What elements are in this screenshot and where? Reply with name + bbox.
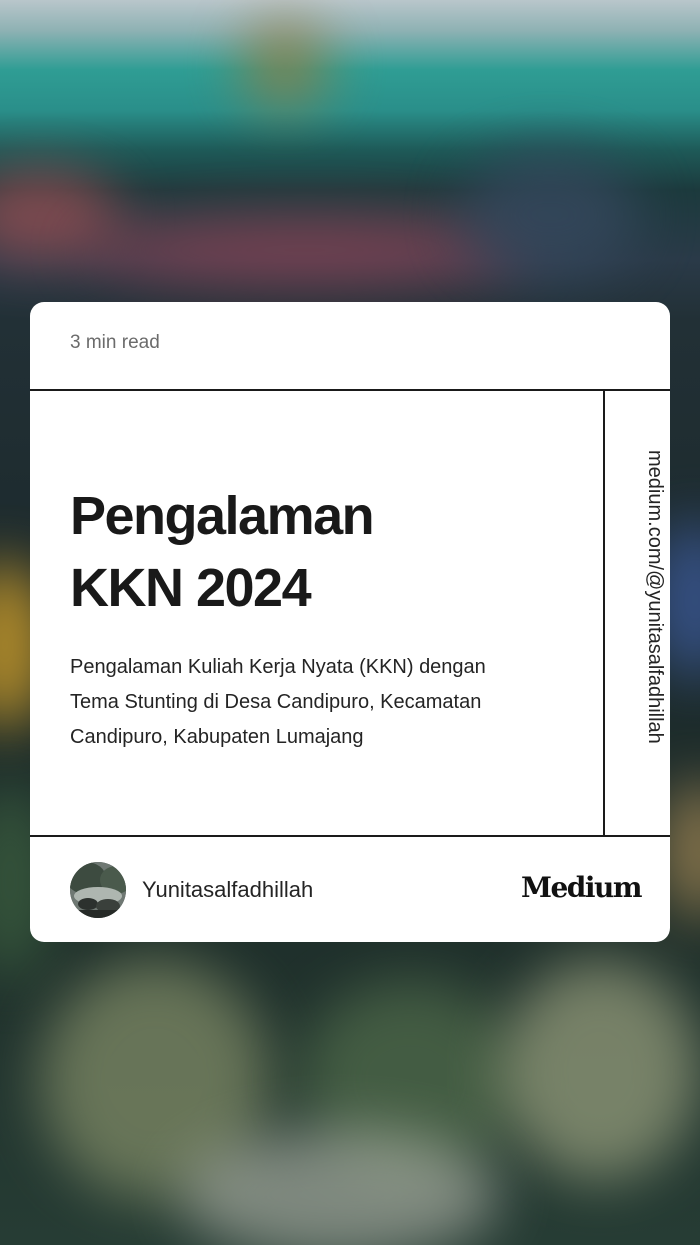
- avatar[interactable]: [70, 862, 126, 918]
- story-share-card[interactable]: 3 min read Pengalaman KKN 2024 Pengalama…: [30, 302, 670, 942]
- author-name[interactable]: Yunitasalfadhillah: [142, 877, 313, 903]
- profile-url-link[interactable]: medium.com/@yunitasalfadhillah: [636, 450, 666, 780]
- profile-photo-icon: [70, 862, 126, 918]
- story-subtitle-line: Pengalaman Kuliah Kerja Nyata (KKN) deng…: [70, 656, 486, 678]
- story-title-line: Pengalaman: [70, 486, 375, 546]
- medium-logo: Medium: [521, 871, 643, 904]
- read-time-label: 3 min read: [70, 332, 160, 353]
- story-subtitle-line: Tema Stunting di Desa Candipuro, Kecamat…: [70, 691, 482, 713]
- story-title-line: KKN 2024: [70, 558, 312, 618]
- story-subtitle-line: Candipuro, Kabupaten Lumajang: [70, 726, 364, 748]
- story-subtitle: Pengalaman Kuliah Kerja Nyata (KKN) deng…: [70, 650, 570, 755]
- top-divider: [30, 389, 670, 391]
- vertical-divider: [603, 391, 605, 837]
- bottom-divider: [30, 835, 670, 837]
- story-title: Pengalaman KKN 2024: [70, 480, 570, 624]
